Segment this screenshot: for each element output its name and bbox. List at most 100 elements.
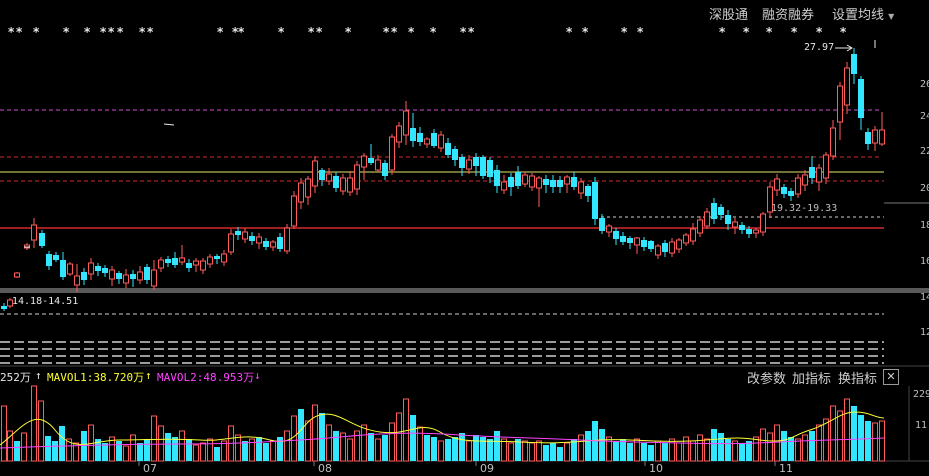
candle-body-down: [746, 229, 752, 234]
event-star-marker[interactable]: *: [816, 25, 822, 39]
chart-canvas: [0, 40, 929, 466]
volume-bar-up: [389, 422, 395, 462]
event-star-marker[interactable]: *: [147, 25, 153, 39]
candle-body-up: [109, 269, 115, 280]
event-star-marker[interactable]: *: [278, 25, 284, 39]
volume-bar-up: [879, 420, 885, 462]
candle-body-up: [669, 241, 675, 254]
candle-body-down: [592, 182, 598, 219]
volume-bar-up: [837, 410, 843, 462]
close-icon[interactable]: ✕: [883, 369, 899, 385]
candle-body-down: [865, 132, 871, 144]
kline-chart-window: { "toolbar": { "shenguantong": "深股通", "r…: [0, 0, 929, 476]
event-star-marker[interactable]: *: [621, 25, 627, 39]
candle-body-down: [641, 240, 647, 247]
price-axis-label: 16: [920, 256, 929, 267]
event-star-marker[interactable]: *: [308, 25, 314, 39]
event-star-marker[interactable]: *: [840, 25, 846, 39]
candle-body-down: [186, 263, 192, 268]
volume-bar-up: [802, 434, 808, 462]
volume-bar-down: [242, 441, 248, 461]
volume-bar-down: [487, 439, 493, 461]
price-axis-label: 12: [920, 327, 929, 338]
candle-body-up: [830, 127, 836, 157]
event-star-marker[interactable]: *: [743, 25, 749, 39]
time-axis-label: 08: [318, 462, 332, 475]
event-star-marker[interactable]: *: [719, 25, 725, 39]
event-star-marker[interactable]: *: [408, 25, 414, 39]
volume-bar-up: [361, 424, 367, 462]
event-star-marker[interactable]: *: [766, 25, 772, 39]
event-star-marker[interactable]: *: [117, 25, 123, 39]
candle-body-down: [445, 143, 451, 155]
candle-body-up: [31, 224, 37, 241]
volume-bar-down: [711, 429, 717, 461]
volume-bar-up: [508, 442, 514, 462]
event-star-marker[interactable]: *: [100, 25, 106, 39]
volume-bar-down: [410, 415, 416, 461]
price-axis-label: 20: [920, 183, 929, 194]
event-star-marker[interactable]: *: [238, 25, 244, 39]
event-star-marker[interactable]: *: [383, 25, 389, 39]
change-params-button[interactable]: 改参数: [747, 368, 786, 387]
event-star-marker[interactable]: *: [430, 25, 436, 39]
high-price-label: 27.97: [804, 42, 835, 53]
price-axis-label: 26: [920, 79, 929, 90]
event-star-marker[interactable]: *: [84, 25, 90, 39]
volume-bar-up: [38, 400, 44, 462]
candle-body-up: [529, 175, 535, 188]
event-star-marker[interactable]: *: [460, 25, 466, 39]
candle-body-down: [53, 255, 59, 260]
candle-body-down: [417, 133, 423, 142]
volume-bar-up: [844, 398, 850, 462]
time-axis-label: 11: [779, 462, 793, 475]
event-star-marker[interactable]: *: [582, 25, 588, 39]
volume-bar-down: [627, 443, 633, 461]
volume-bar-up: [536, 440, 542, 462]
event-star-marker[interactable]: *: [391, 25, 397, 39]
event-star-marker[interactable]: *: [8, 25, 14, 39]
volume-bar-down: [256, 437, 262, 461]
candle-body-down: [809, 167, 815, 178]
volume-bar-down: [144, 439, 150, 461]
event-star-marker[interactable]: *: [217, 25, 223, 39]
volume-bar-down: [459, 433, 465, 461]
volume-bar-up: [1, 405, 7, 462]
candle-body-down: [382, 163, 388, 176]
event-star-marker[interactable]: *: [316, 25, 322, 39]
volume-axis-mid: 11: [915, 420, 928, 431]
event-star-marker[interactable]: *: [139, 25, 145, 39]
candle-body-up: [228, 233, 234, 253]
volume-bar-down: [557, 447, 563, 461]
volume-bar-down: [382, 435, 388, 461]
candle-body-up: [438, 134, 444, 149]
event-star-marker[interactable]: *: [791, 25, 797, 39]
event-star-marker[interactable]: *: [468, 25, 474, 39]
candle-body-down: [788, 191, 794, 196]
volume-indicator-bar: 252万 ↑ MAVOL1:38.720万 ↑ MAVOL2:48.953万 ↓…: [0, 367, 929, 387]
volume-bar-down: [725, 439, 731, 461]
candle-body-down: [515, 172, 521, 186]
volume-bar-down: [368, 433, 374, 461]
candle-body-up: [774, 178, 780, 191]
candle-body-down: [144, 267, 150, 280]
event-star-marker[interactable]: *: [345, 25, 351, 39]
candle-body-down: [452, 149, 458, 160]
volume-bar-down: [543, 445, 549, 461]
price-axis-label: 18: [920, 220, 929, 231]
event-star-marker[interactable]: *: [637, 25, 643, 39]
candle-body-up: [396, 125, 402, 143]
volume-bar-down: [739, 443, 745, 461]
event-star-marker[interactable]: *: [566, 25, 572, 39]
event-star-marker[interactable]: *: [108, 25, 114, 39]
volume-bar-down: [620, 439, 626, 461]
event-star-marker[interactable]: *: [63, 25, 69, 39]
candle-body-up: [354, 164, 360, 190]
switch-indicator-button[interactable]: 换指标: [838, 368, 877, 387]
event-star-marker[interactable]: *: [16, 25, 22, 39]
candle-body-up: [67, 263, 73, 275]
event-star-marker[interactable]: *: [33, 25, 39, 39]
volume-bar-down: [788, 437, 794, 461]
candle-body-down: [172, 258, 178, 265]
add-indicator-button[interactable]: 加指标: [792, 368, 831, 387]
